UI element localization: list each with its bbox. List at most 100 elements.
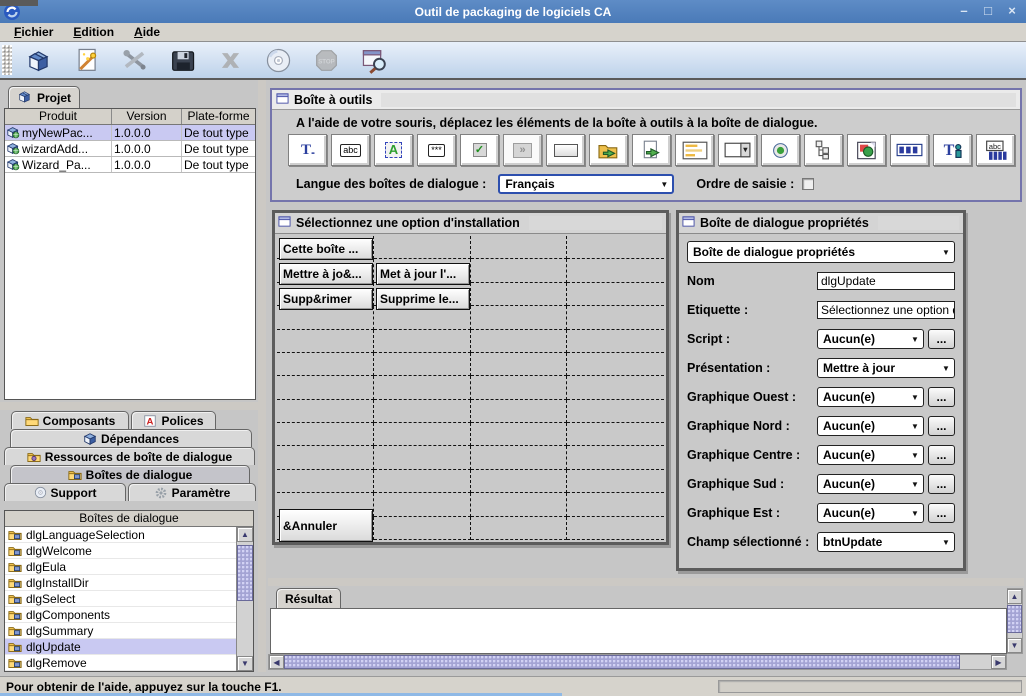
dialog-list-scrollbar[interactable]: ▲ ▼ — [236, 527, 253, 671]
property-text-field[interactable]: Sélectionnez une option d'installation — [817, 301, 955, 319]
language-combo[interactable]: Français ▼ — [498, 174, 674, 194]
close-button[interactable]: × — [1004, 2, 1020, 18]
result-hscrollbar[interactable]: ◀ ▶ — [268, 654, 1007, 670]
preview-button[interactable] — [356, 44, 392, 76]
tool-group-box-button[interactable] — [546, 134, 585, 166]
list-item-partial[interactable] — [5, 671, 236, 672]
grid-cell[interactable] — [374, 400, 471, 423]
grid-cell[interactable] — [567, 259, 664, 282]
designer-button-cette-bo-te-[interactable]: Cette boîte ... — [279, 238, 373, 260]
maximize-button[interactable]: □ — [980, 2, 996, 18]
new-package-button[interactable] — [20, 44, 56, 76]
list-item-dlgInstallDir[interactable]: dlgInstallDir — [5, 575, 236, 591]
tool-combo-box-button[interactable] — [718, 134, 757, 166]
grid-cell[interactable] — [471, 517, 568, 540]
result-vscrollbar[interactable]: ▲ ▼ — [1007, 588, 1023, 654]
list-item-dlgLanguageSelection[interactable]: dlgLanguageSelection — [5, 527, 236, 543]
grid-cell[interactable] — [374, 376, 471, 399]
wizard-button[interactable] — [68, 44, 104, 76]
menu-fichier[interactable]: Fichier — [6, 24, 61, 40]
side-tab-polices[interactable]: APolices — [131, 411, 216, 429]
list-item-dlgRemove[interactable]: dlgRemove — [5, 655, 236, 671]
property-combo[interactable]: Aucun(e)▼ — [817, 445, 924, 465]
scroll-left-icon[interactable]: ◀ — [269, 655, 284, 669]
grid-cell[interactable] — [567, 306, 664, 329]
grid-cell[interactable] — [471, 376, 568, 399]
designer-button-supprime-le-[interactable]: Supprime le... — [376, 288, 470, 310]
table-row[interactable]: Wizard_Pa...1.0.0.0De tout type — [5, 157, 255, 173]
tool-rich-label-button[interactable]: A — [374, 134, 413, 166]
grid-cell[interactable] — [374, 470, 471, 493]
grid-cell[interactable] — [277, 376, 374, 399]
property-combo[interactable]: Aucun(e)▼ — [817, 503, 924, 523]
tab-order-checkbox[interactable] — [802, 178, 814, 190]
property-combo[interactable]: btnUpdate▼ — [817, 532, 955, 552]
scroll-up-icon[interactable]: ▲ — [1007, 589, 1022, 604]
tool-progress-bar-button[interactable] — [890, 134, 929, 166]
list-item-dlgSelect[interactable]: dlgSelect — [5, 591, 236, 607]
grid-cell[interactable] — [277, 353, 374, 376]
grid-cell[interactable] — [567, 423, 664, 446]
tool-file-browser-button[interactable] — [632, 134, 671, 166]
browse-ellipsis-button[interactable]: ... — [928, 503, 955, 523]
grid-cell[interactable] — [471, 353, 568, 376]
property-text-field[interactable]: dlgUpdate — [817, 272, 955, 290]
list-item-dlgUpdate[interactable]: dlgUpdate — [5, 639, 236, 655]
browse-ellipsis-button[interactable]: ... — [928, 416, 955, 436]
grid-cell[interactable] — [471, 306, 568, 329]
tool-list-box-button[interactable] — [675, 134, 714, 166]
list-item-dlgComponents[interactable]: dlgComponents — [5, 607, 236, 623]
grid-cell[interactable] — [567, 330, 664, 353]
save-button[interactable] — [164, 44, 200, 76]
tool-text-icon-tool-button[interactable]: T — [933, 134, 972, 166]
grid-cell[interactable] — [471, 330, 568, 353]
grid-cell[interactable] — [374, 493, 471, 516]
build-cd-button[interactable] — [260, 44, 296, 76]
property-combo[interactable]: Aucun(e)▼ — [817, 474, 924, 494]
grid-cell[interactable] — [567, 400, 664, 423]
list-item-dlgWelcome[interactable]: dlgWelcome — [5, 543, 236, 559]
scroll-up-icon[interactable]: ▲ — [237, 527, 253, 542]
menu-edition[interactable]: Edition — [65, 24, 122, 40]
grid-cell[interactable] — [374, 330, 471, 353]
list-item-dlgSummary[interactable]: dlgSummary — [5, 623, 236, 639]
grid-cell[interactable] — [277, 423, 374, 446]
grid-cell[interactable] — [374, 236, 471, 259]
tool-text-field-button[interactable]: abc — [331, 134, 370, 166]
grid-cell[interactable] — [374, 423, 471, 446]
column-header-c-prod[interactable]: Produit — [5, 109, 112, 124]
grid-cell[interactable] — [567, 283, 664, 306]
property-combo[interactable]: Mettre à jour▼ — [817, 358, 955, 378]
tool-checkbox-tool-button[interactable]: ✓ — [460, 134, 499, 166]
designer-button-met-jour-l-[interactable]: Met à jour l'... — [376, 263, 470, 285]
grid-cell[interactable] — [374, 517, 471, 540]
side-tab-composants[interactable]: Composants — [11, 411, 129, 429]
property-combo[interactable]: Aucun(e)▼ — [817, 329, 924, 349]
minimize-button[interactable]: – — [956, 2, 972, 18]
grid-cell[interactable] — [567, 353, 664, 376]
menu-aide[interactable]: Aide — [126, 24, 168, 40]
grid-cell[interactable] — [567, 236, 664, 259]
tool-image-tool-button[interactable] — [847, 134, 886, 166]
column-header-c-plat[interactable]: Plate-forme — [182, 109, 255, 124]
horizontal-splitter[interactable] — [0, 402, 258, 410]
tool-tree-view-button[interactable] — [804, 134, 843, 166]
scrollbar-thumb[interactable] — [1007, 605, 1022, 633]
side-tab-bo-tes-de-dialogue[interactable]: Boîtes de dialogue — [10, 465, 250, 483]
grid-cell[interactable] — [471, 423, 568, 446]
browse-ellipsis-button[interactable]: ... — [928, 329, 955, 349]
browse-ellipsis-button[interactable]: ... — [928, 474, 955, 494]
tab-resultat[interactable]: Résultat — [276, 588, 341, 608]
tool-folder-browser-button[interactable] — [589, 134, 628, 166]
grid-cell[interactable] — [567, 517, 664, 540]
grid-cell[interactable] — [567, 470, 664, 493]
scroll-track[interactable] — [960, 655, 991, 669]
tool-password-field-button[interactable]: *** — [417, 134, 456, 166]
grid-cell[interactable] — [567, 376, 664, 399]
grid-cell[interactable] — [277, 400, 374, 423]
result-output-area[interactable] — [270, 608, 1007, 654]
browse-ellipsis-button[interactable]: ... — [928, 445, 955, 465]
scroll-down-icon[interactable]: ▼ — [237, 656, 253, 671]
grid-cell[interactable] — [471, 236, 568, 259]
grid-cell[interactable] — [471, 400, 568, 423]
